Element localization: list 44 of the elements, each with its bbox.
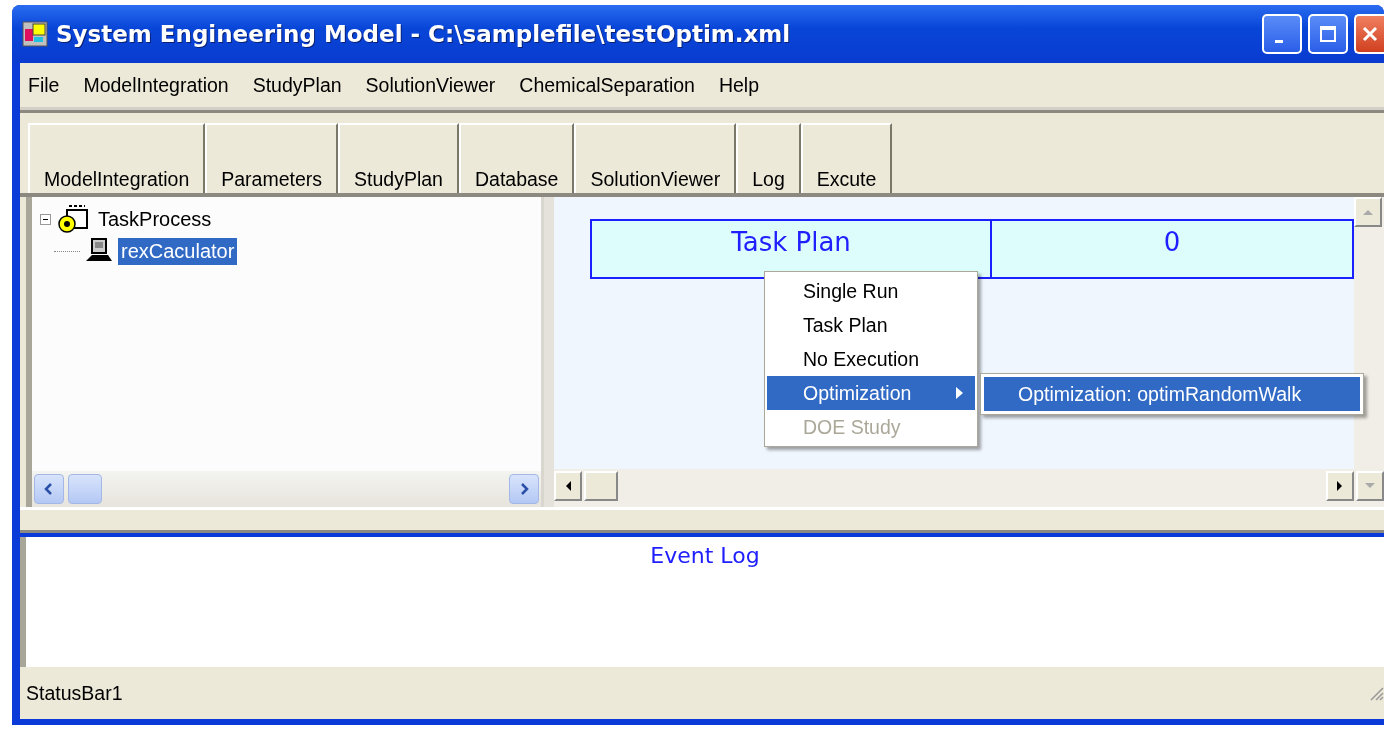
window-title: System Engineering Model - C:\samplefile\testOptim.xml — [56, 21, 791, 47]
menu-item[interactable]: Single Run — [767, 274, 975, 308]
menu-item: DOE Study — [802, 414, 902, 440]
scroll-thumb[interactable] — [68, 474, 102, 504]
menu-item[interactable]: SolutionViewer — [365, 73, 496, 97]
toolbar-tab[interactable]: Database — [458, 123, 575, 193]
maximize-icon — [1319, 25, 1337, 43]
vertical-scrollbar[interactable] — [1354, 197, 1384, 469]
down-arrow-icon — [1364, 482, 1376, 490]
toolbar-tab[interactable]: Excute — [800, 123, 893, 193]
menu-item[interactable]: No Execution — [767, 342, 975, 376]
status-text: StatusBar1 — [26, 681, 123, 705]
scroll-right-button[interactable] — [509, 474, 540, 504]
right-arrow-icon — [1336, 480, 1344, 492]
menu-item[interactable]: Optimization: optimRandomWalk — [984, 377, 1360, 411]
resize-grip-icon — [1368, 685, 1384, 701]
toolbar-tab[interactable]: Log — [736, 123, 801, 193]
left-arrow-icon — [564, 480, 572, 492]
maximize-button[interactable] — [1308, 14, 1348, 54]
menu-item[interactable]: Task Plan — [767, 308, 975, 342]
menu-item[interactable]: ChemicalSeparation — [519, 73, 695, 97]
toolbar-tab[interactable]: ModelIntegration — [28, 123, 206, 193]
grid-cell-text: 0 — [1162, 226, 1182, 259]
toolbar-tab[interactable]: SolutionViewer — [574, 123, 737, 193]
menu-item[interactable]: Optimization — [767, 376, 975, 410]
tree-item[interactable]: TaskProcess — [95, 205, 215, 233]
event-log-title: Event Log — [650, 543, 760, 570]
tree-item[interactable]: rexCaculator — [118, 237, 238, 265]
horizontal-scrollbar[interactable] — [32, 471, 542, 507]
menu-item[interactable]: StudyPlan — [252, 73, 342, 97]
collapse-icon[interactable] — [40, 213, 51, 225]
submenu-arrow-icon — [956, 387, 963, 399]
minimize-button[interactable] — [1262, 14, 1302, 54]
toolbar-tab[interactable]: Parameters — [205, 123, 339, 193]
minimize-icon — [1275, 39, 1283, 43]
menu-item[interactable]: Help — [718, 73, 760, 97]
close-button[interactable] — [1354, 14, 1384, 54]
scroll-up-button[interactable] — [1354, 197, 1382, 227]
close-icon — [1361, 25, 1379, 43]
up-arrow-icon — [1362, 208, 1374, 216]
app-icon — [22, 21, 48, 47]
menu-item[interactable]: File — [28, 73, 60, 97]
toolbar-tab[interactable]: StudyPlan — [338, 123, 459, 193]
menu-item[interactable]: ModelIntegration — [83, 73, 229, 97]
